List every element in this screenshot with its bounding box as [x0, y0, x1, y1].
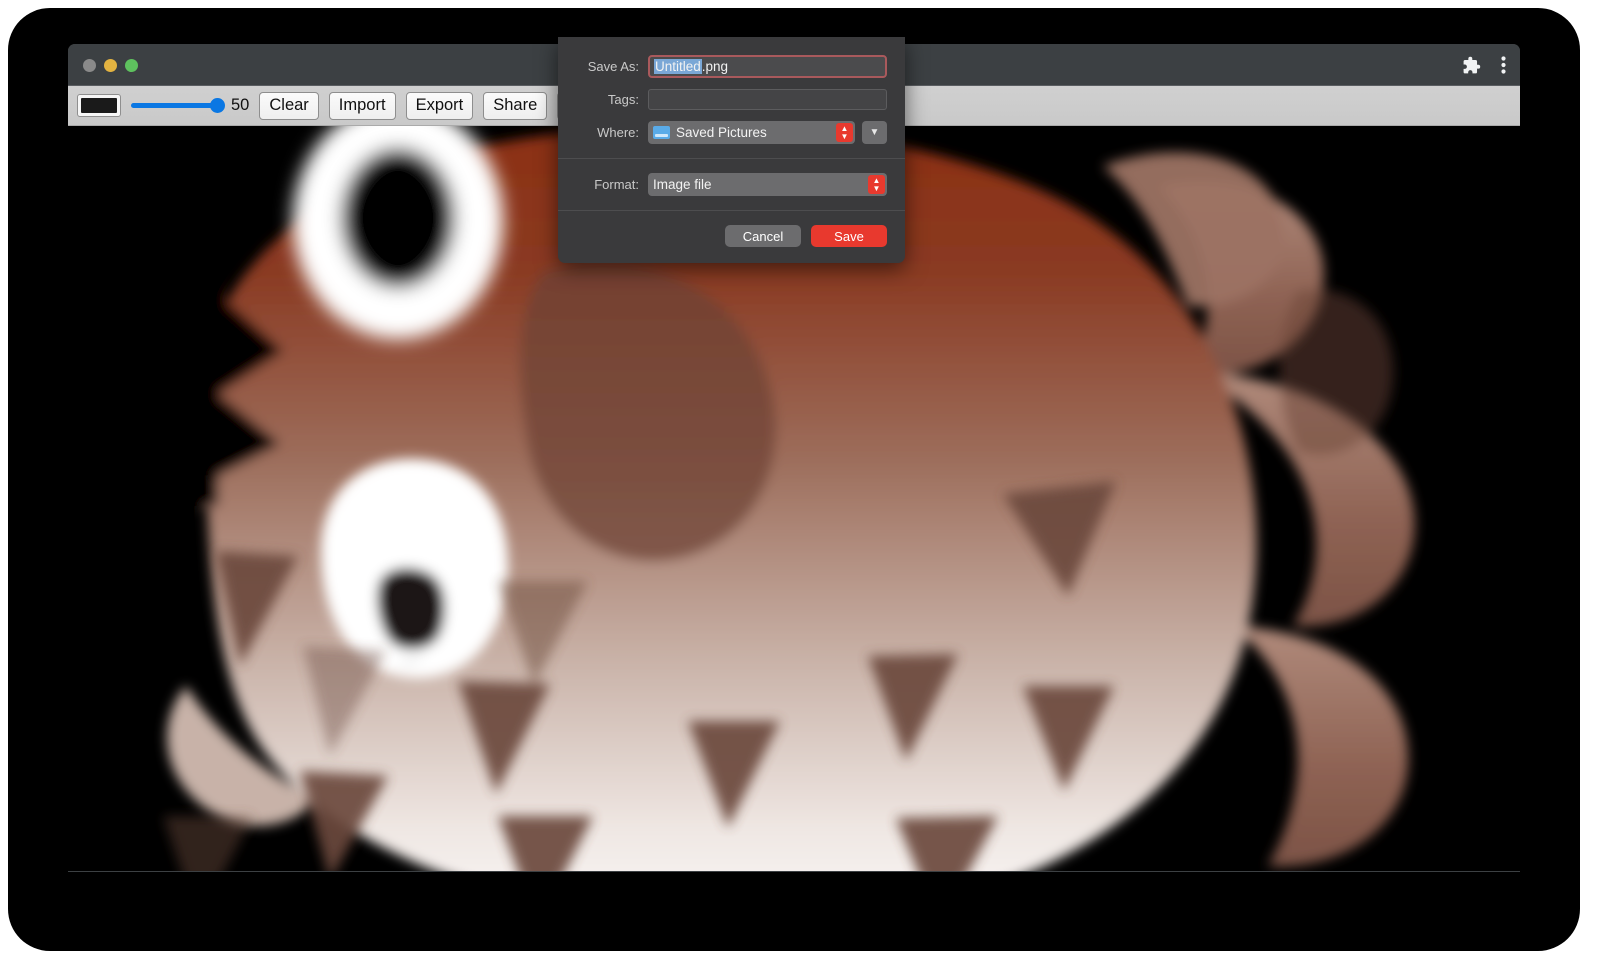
cancel-button[interactable]: Cancel [725, 225, 801, 247]
line-width-slider[interactable] [131, 96, 223, 116]
save-file-dialog: Save As: Untitled.png Tags: Where: Saved… [558, 37, 905, 263]
color-swatch-chip [81, 98, 117, 113]
save-as-extension-text: .png [702, 59, 728, 74]
save-as-row: Save As: Untitled.png [558, 55, 905, 78]
save-as-label: Save As: [576, 59, 648, 74]
tags-row: Tags: [558, 89, 905, 110]
format-label: Format: [576, 177, 648, 192]
more-menu-icon[interactable] [1501, 55, 1506, 75]
where-label: Where: [576, 125, 648, 140]
tags-input[interactable] [648, 89, 887, 110]
save-as-selected-text: Untitled [654, 59, 702, 74]
format-stepper-icon[interactable]: ▲ ▼ [868, 175, 885, 194]
dialog-divider-top [558, 158, 905, 159]
stepper-up-icon: ▲ [873, 177, 881, 184]
clear-button[interactable]: Clear [259, 92, 318, 120]
share-button[interactable]: Share [483, 92, 547, 120]
format-row: Format: Image file ▲ ▼ [558, 173, 905, 196]
stepper-down-icon: ▼ [841, 133, 849, 140]
browser-bezel: Fugu Greetings [8, 8, 1580, 951]
save-button[interactable]: Save [811, 225, 887, 247]
color-picker-input[interactable] [77, 94, 121, 117]
dialog-divider-bottom [558, 210, 905, 211]
where-select[interactable]: Saved Pictures ▲ ▼ [648, 121, 855, 144]
title-bar-actions [1462, 44, 1506, 86]
format-select[interactable]: Image file ▲ ▼ [648, 173, 887, 196]
format-value: Image file [653, 177, 712, 192]
stepper-down-icon: ▼ [873, 185, 881, 192]
import-button[interactable]: Import [329, 92, 396, 120]
export-button[interactable]: Export [406, 92, 474, 120]
tags-label: Tags: [576, 92, 648, 107]
slider-value-label: 50 [231, 96, 249, 115]
stepper-up-icon: ▲ [841, 125, 849, 132]
where-stepper-icon[interactable]: ▲ ▼ [836, 123, 853, 142]
folder-icon [653, 126, 670, 139]
extensions-puzzle-icon[interactable] [1462, 56, 1481, 75]
save-as-input[interactable]: Untitled.png [648, 55, 887, 78]
where-row: Where: Saved Pictures ▲ ▼ ▼ [558, 121, 905, 144]
where-value: Saved Pictures [676, 125, 767, 140]
slider-thumb[interactable] [210, 98, 225, 113]
dialog-button-row: Cancel Save [558, 225, 905, 263]
where-expand-chevron-down-icon[interactable]: ▼ [862, 121, 887, 144]
